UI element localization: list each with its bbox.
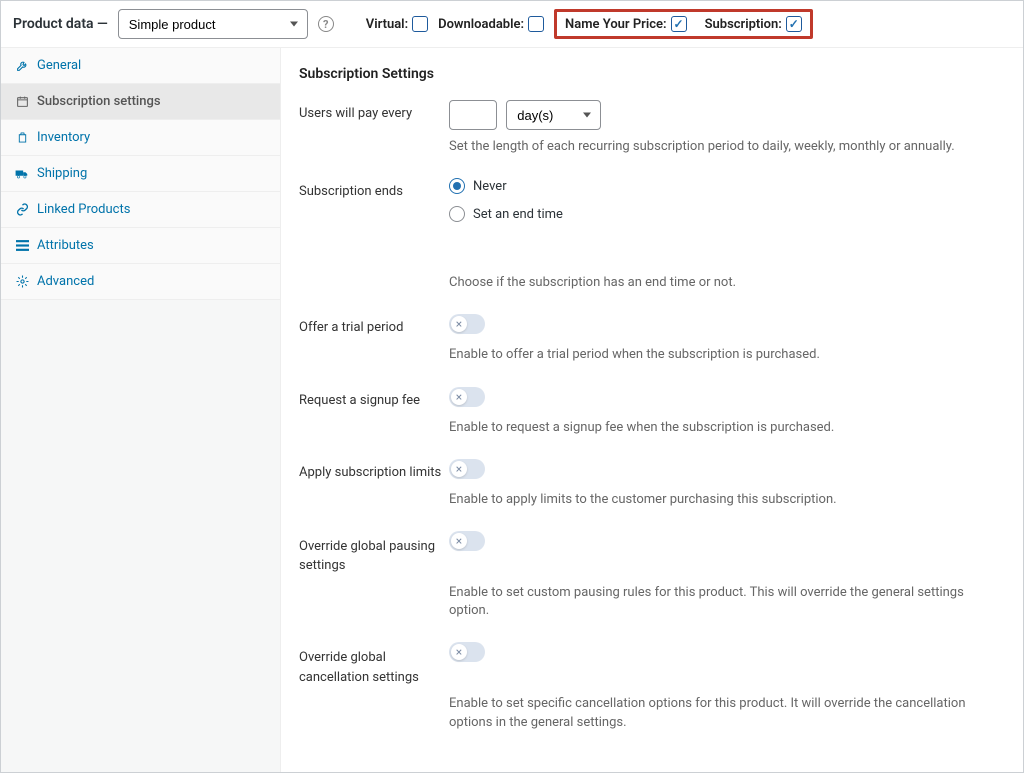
tab-label: Subscription settings	[37, 94, 161, 109]
calendar-icon	[15, 95, 29, 109]
ends-never-label: Never	[473, 179, 507, 194]
pausing-desc: Enable to set custom pausing rules for t…	[449, 584, 995, 620]
tab-advanced[interactable]: Advanced	[1, 264, 280, 300]
tab-label: General	[37, 58, 81, 73]
ends-settime-radio[interactable]	[449, 206, 465, 222]
tab-inventory[interactable]: Inventory	[1, 120, 280, 156]
pay-every-input[interactable]	[449, 100, 497, 130]
link-icon	[15, 203, 29, 217]
trial-desc: Enable to offer a trial period when the …	[449, 346, 995, 364]
trial-label: Offer a trial period	[299, 314, 449, 335]
signup-fee-toggle[interactable]	[449, 387, 485, 407]
gear-icon	[15, 275, 29, 289]
settings-content: Subscription Settings Users will pay eve…	[281, 48, 1023, 772]
tab-label: Advanced	[37, 274, 94, 289]
subscription-checkbox[interactable]	[786, 16, 802, 32]
signup-fee-desc: Enable to request a signup fee when the …	[449, 419, 995, 437]
inventory-icon	[15, 131, 29, 145]
signup-fee-label: Request a signup fee	[299, 387, 449, 408]
ends-settime-label: Set an end time	[473, 207, 563, 222]
truck-icon	[15, 167, 29, 181]
downloadable-checkbox[interactable]	[528, 16, 544, 32]
subscription-checkbox-label: Subscription:	[705, 16, 802, 32]
pay-every-label: Users will pay every	[299, 100, 449, 121]
product-data-tabs: General Subscription settings Inventory …	[1, 48, 281, 772]
nyp-checkbox-label: Name Your Price:	[565, 16, 687, 32]
highlighted-options: Name Your Price: Subscription:	[554, 9, 813, 39]
downloadable-checkbox-label: Downloadable:	[438, 16, 544, 32]
tab-label: Inventory	[37, 130, 90, 145]
tab-subscription-settings[interactable]: Subscription settings	[1, 84, 280, 120]
ends-never-radio[interactable]	[449, 178, 465, 194]
virtual-checkbox-label: Virtual:	[366, 16, 428, 32]
tab-label: Linked Products	[37, 202, 130, 217]
tab-general[interactable]: General	[1, 48, 280, 84]
limits-desc: Enable to apply limits to the customer p…	[449, 491, 995, 509]
list-icon	[15, 239, 29, 253]
name-your-price-checkbox[interactable]	[671, 16, 687, 32]
tab-shipping[interactable]: Shipping	[1, 156, 280, 192]
pay-every-unit-select[interactable]: day(s)	[506, 100, 601, 130]
panel-title: Product data —	[13, 16, 108, 32]
tab-label: Attributes	[37, 238, 94, 253]
ends-label: Subscription ends	[299, 178, 449, 199]
pay-every-desc: Set the length of each recurring subscri…	[449, 138, 995, 156]
virtual-checkbox[interactable]	[412, 16, 428, 32]
product-data-header: Product data — Simple product ? Virtual:…	[1, 1, 1023, 48]
pausing-toggle[interactable]	[449, 531, 485, 551]
trial-toggle[interactable]	[449, 314, 485, 334]
limits-toggle[interactable]	[449, 459, 485, 479]
content-title: Subscription Settings	[299, 66, 995, 82]
cancel-label: Override global cancellation settings	[299, 642, 449, 687]
help-icon[interactable]: ?	[318, 16, 334, 32]
tab-attributes[interactable]: Attributes	[1, 228, 280, 264]
tab-label: Shipping	[37, 166, 87, 181]
cancel-desc: Enable to set specific cancellation opti…	[449, 695, 995, 731]
cancel-toggle[interactable]	[449, 642, 485, 662]
product-type-select[interactable]: Simple product	[118, 9, 308, 39]
tab-linked-products[interactable]: Linked Products	[1, 192, 280, 228]
ends-desc: Choose if the subscription has an end ti…	[449, 274, 995, 292]
limits-label: Apply subscription limits	[299, 459, 449, 480]
pausing-label: Override global pausing settings	[299, 531, 449, 576]
wrench-icon	[15, 59, 29, 73]
